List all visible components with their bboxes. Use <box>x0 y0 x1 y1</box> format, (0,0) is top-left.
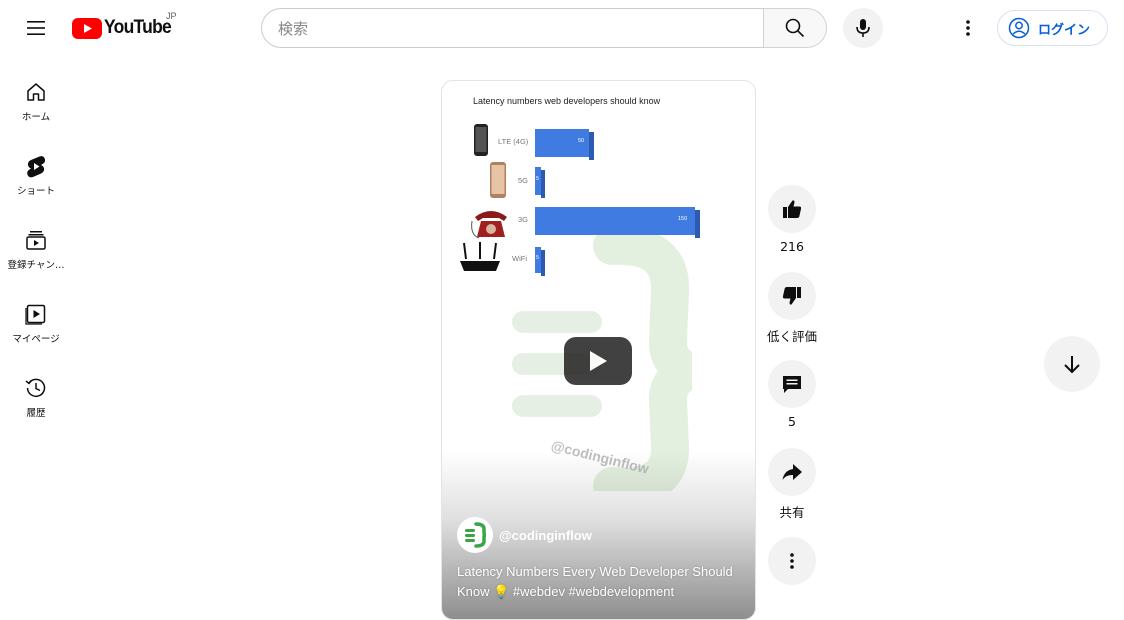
more-vert-icon <box>966 20 970 36</box>
sidebar-item-label: 履歴 <box>26 408 46 419</box>
library-icon <box>24 302 48 326</box>
more-action <box>766 537 818 585</box>
chart-bar-value: 50 <box>578 138 585 144</box>
history-icon <box>24 376 48 400</box>
share-icon <box>782 464 802 480</box>
chart-bar-value: 5 <box>536 255 540 261</box>
telephone-icon <box>471 211 507 239</box>
account-circle-icon <box>1008 17 1030 39</box>
chart-bar-side <box>541 170 545 198</box>
search-placeholder: 検索 <box>278 19 309 38</box>
thumb-down-icon <box>782 287 801 305</box>
microphone-icon <box>856 19 870 37</box>
more-vert-icon <box>790 553 794 569</box>
chart-bar-side <box>589 132 594 160</box>
masthead: YouTube JP 検索 ログイン <box>0 0 1124 56</box>
next-short-button[interactable] <box>1044 336 1100 392</box>
chart-row-label: LTE (4G) <box>498 137 529 146</box>
channel-info[interactable]: @codinginflow <box>457 517 592 553</box>
chart-bar-value: 5 <box>536 176 540 182</box>
voice-search-button[interactable] <box>843 8 883 48</box>
dislike-action: 低く評価 <box>766 272 818 345</box>
search-icon <box>785 18 805 38</box>
sidebar-item-label: マイページ <box>12 334 60 345</box>
sidebar-item-label: ショート <box>16 186 55 197</box>
video-chart-title: Latency numbers web developers should kn… <box>473 96 661 106</box>
more-actions-button[interactable] <box>768 537 816 585</box>
chart-bar-side <box>541 250 545 276</box>
region-code: JP <box>166 11 177 21</box>
sidebar-item-history[interactable]: 履歴 <box>0 356 72 426</box>
logo-wordmark: YouTube <box>104 17 172 38</box>
chart-row: LTE (4G) 50 <box>442 123 755 160</box>
share-button[interactable] <box>768 448 816 496</box>
shorts-icon <box>24 154 48 178</box>
sidebar-item-shorts[interactable]: ショート <box>0 134 72 204</box>
smartphone-icon <box>490 162 506 198</box>
channel-avatar[interactable] <box>457 517 493 553</box>
share-label: 共有 <box>779 505 805 520</box>
chart-bar <box>535 207 695 235</box>
sidebar-item-label: ホーム <box>21 112 51 123</box>
login-button[interactable]: ログイン <box>997 10 1108 46</box>
arrow-down-icon <box>1064 356 1080 374</box>
chart-bar-side <box>695 210 700 238</box>
sidebar-item-label: 登録チャン… <box>7 260 65 271</box>
chart-row-label: WiFi <box>512 254 527 263</box>
short-title[interactable]: Latency Numbers Every Web Developer Shou… <box>457 562 752 602</box>
search-button[interactable] <box>763 8 827 48</box>
subscriptions-icon <box>24 228 48 252</box>
sidebar-item-home[interactable]: ホーム <box>0 60 72 130</box>
dislike-label: 低く評価 <box>766 329 817 344</box>
sidebar-item-subscriptions[interactable]: 登録チャン… <box>0 208 72 278</box>
chart-row-label: 3G <box>518 215 529 224</box>
chart-row-label: 5G <box>518 176 529 185</box>
short-video-player[interactable]: Latency numbers web developers should kn… <box>441 80 756 620</box>
dislike-button[interactable] <box>768 272 816 320</box>
share-action: 共有 <box>766 448 818 521</box>
comments-button[interactable] <box>768 360 816 408</box>
guide-menu-button[interactable] <box>20 12 52 44</box>
channel-handle[interactable]: @codinginflow <box>499 528 592 543</box>
like-action: 216 <box>766 185 818 254</box>
login-label: ログイン <box>1038 22 1091 38</box>
youtube-logo[interactable]: YouTube <box>72 16 177 40</box>
search-input[interactable]: 検索 <box>261 8 763 48</box>
settings-more-button[interactable] <box>952 12 984 44</box>
play-button[interactable] <box>564 337 632 385</box>
thumb-up-icon <box>783 200 802 218</box>
search-bar: 検索 <box>261 8 827 48</box>
hamburger-icon <box>27 21 45 35</box>
home-icon <box>24 80 48 104</box>
sidebar-item-library[interactable]: マイページ <box>0 282 72 352</box>
play-icon <box>590 351 607 371</box>
like-button[interactable] <box>768 185 816 233</box>
router-icon <box>460 242 500 271</box>
chart-bar-value: 150 <box>678 216 688 222</box>
chart-row: 3G 150 <box>442 203 755 239</box>
comment-icon <box>783 376 801 393</box>
chart-row: 5G 5 <box>442 161 755 198</box>
comments-action: 5 <box>766 360 818 429</box>
comment-count: 5 <box>788 414 796 429</box>
codinginflow-logo-icon <box>465 522 487 548</box>
like-count: 216 <box>780 239 804 254</box>
youtube-play-logo-icon <box>72 17 102 39</box>
chart-row: WiFi 5 <box>442 241 755 277</box>
smartphone-icon <box>474 124 488 156</box>
